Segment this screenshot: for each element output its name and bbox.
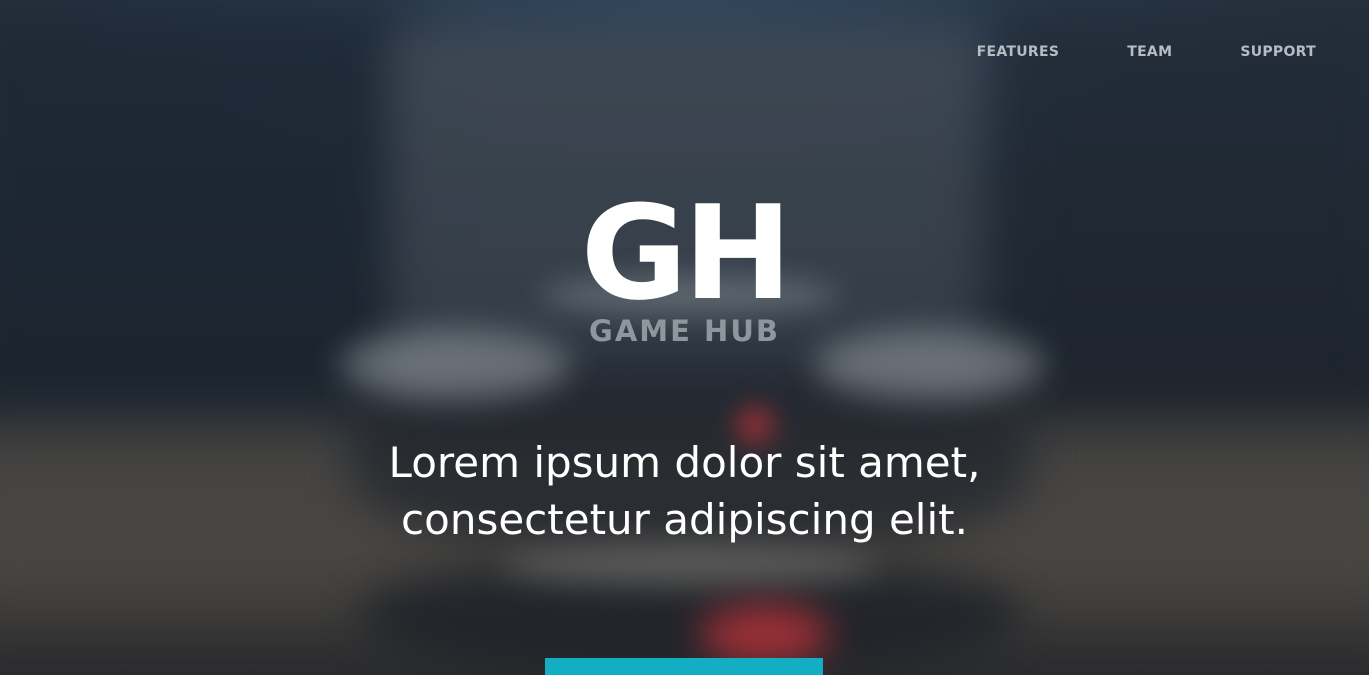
background-red-glow bbox=[700, 605, 830, 665]
logo-name: GAME HUB bbox=[589, 314, 780, 348]
background-stand bbox=[500, 545, 880, 585]
nav-link-support[interactable]: SUPPORT bbox=[1240, 44, 1316, 60]
hero-tagline-line-2: consectetur adipiscing elit. bbox=[401, 495, 968, 544]
hero-section: FEATURES TEAM SUPPORT GH GAME HUB Lorem … bbox=[0, 0, 1369, 675]
logo: GH GAME HUB bbox=[0, 188, 1369, 348]
logo-mark: GH bbox=[580, 177, 793, 329]
nav-link-team[interactable]: TEAM bbox=[1127, 44, 1172, 60]
background-console-base bbox=[360, 560, 1020, 670]
nav-link-features[interactable]: FEATURES bbox=[977, 44, 1060, 60]
hero-tagline-line-1: Lorem ipsum dolor sit amet, bbox=[388, 438, 981, 487]
top-nav: FEATURES TEAM SUPPORT bbox=[977, 44, 1316, 60]
hero-tagline: Lorem ipsum dolor sit amet, consectetur … bbox=[0, 434, 1369, 548]
cta-button[interactable] bbox=[545, 658, 823, 675]
